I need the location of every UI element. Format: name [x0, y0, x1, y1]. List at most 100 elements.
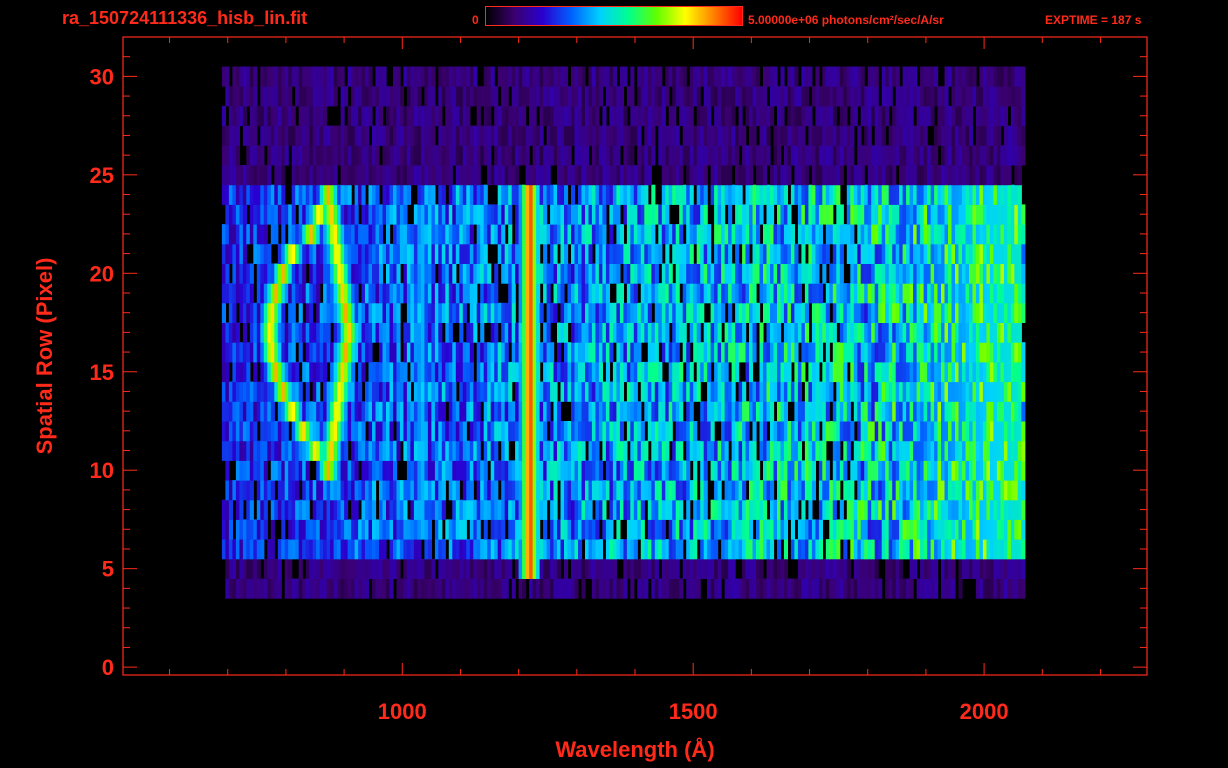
heatmap-cell — [759, 184, 764, 205]
heatmap-cell — [438, 539, 443, 560]
heatmap-cell — [501, 165, 506, 186]
heatmap-cell — [546, 322, 551, 343]
heatmap-cell — [525, 539, 530, 560]
heatmap-cell — [571, 421, 576, 442]
heatmap-cell — [508, 539, 513, 560]
heatmap-cell — [815, 283, 820, 304]
heatmap-cell — [399, 381, 404, 402]
heatmap-cell — [605, 381, 610, 402]
heatmap-cell — [487, 204, 492, 225]
heatmap-cell — [455, 224, 460, 245]
heatmap-cell — [689, 401, 694, 422]
heatmap-cell — [466, 263, 471, 284]
heatmap-cell — [602, 381, 607, 402]
heatmap-cell — [267, 322, 272, 343]
heatmap-cell — [323, 125, 328, 146]
heatmap-cell — [438, 204, 443, 225]
heatmap-cell — [393, 519, 398, 540]
heatmap-cell — [564, 460, 569, 481]
heatmap-cell — [529, 125, 534, 146]
heatmap-cell — [504, 539, 509, 560]
heatmap-cell — [756, 263, 761, 284]
heatmap-cell — [916, 263, 921, 284]
heatmap-cell — [738, 204, 743, 225]
heatmap-cell — [728, 421, 733, 442]
heatmap-cell — [557, 519, 562, 540]
heatmap-cell — [344, 381, 349, 402]
heatmap-cell — [1007, 578, 1012, 599]
heatmap-cell — [291, 381, 296, 402]
heatmap-cell — [490, 558, 495, 579]
heatmap-cell — [267, 401, 272, 422]
heatmap-cell — [975, 499, 980, 520]
heatmap-cell — [389, 539, 394, 560]
heatmap-cell — [763, 302, 768, 323]
heatmap-cell — [298, 322, 303, 343]
heatmap-cell — [616, 224, 621, 245]
heatmap-cell — [941, 165, 946, 186]
heatmap-cell — [965, 460, 970, 481]
heatmap-cell — [958, 460, 963, 481]
heatmap-cell — [982, 519, 987, 540]
heatmap-cell — [249, 558, 254, 579]
heatmap-cell — [525, 519, 530, 540]
heatmap-cell — [679, 381, 684, 402]
heatmap-cell — [696, 243, 701, 264]
heatmap-cell — [941, 263, 946, 284]
heatmap-cell — [305, 558, 310, 579]
heatmap-cell — [745, 263, 750, 284]
heatmap-cell — [783, 322, 788, 343]
heatmap-cell — [979, 342, 984, 363]
heatmap-cell — [630, 243, 635, 264]
heatmap-cell — [393, 460, 398, 481]
heatmap-cell — [969, 243, 974, 264]
heatmap-cell — [717, 184, 722, 205]
heatmap-cell — [235, 322, 240, 343]
heatmap-cell — [672, 578, 677, 599]
heatmap-cell — [598, 421, 603, 442]
heatmap-cell — [462, 401, 467, 422]
heatmap-cell — [518, 145, 523, 166]
heatmap-cell — [539, 342, 544, 363]
heatmap-cell — [382, 401, 387, 422]
heatmap-cell — [633, 224, 638, 245]
heatmap-cell — [909, 283, 914, 304]
heatmap-cell — [647, 145, 652, 166]
heatmap-cell — [913, 440, 918, 461]
heatmap-cell — [647, 558, 652, 579]
heatmap-cell — [874, 302, 879, 323]
heatmap-cell — [469, 184, 474, 205]
heatmap-cell — [529, 558, 534, 579]
heatmap-cell — [794, 361, 799, 383]
heatmap-cell — [284, 243, 289, 264]
heatmap-cell — [989, 480, 994, 501]
heatmap-cell — [958, 224, 963, 245]
heatmap-cell — [923, 499, 928, 520]
heatmap-cell — [340, 342, 345, 363]
heatmap-cell — [675, 519, 680, 540]
heatmap-cell — [1014, 204, 1019, 225]
heatmap-cell — [309, 224, 314, 245]
heatmap-cell — [340, 361, 345, 383]
heatmap-cell — [393, 381, 398, 402]
heatmap-cell — [267, 578, 272, 599]
heatmap-cell — [818, 519, 823, 540]
heatmap-cell — [647, 322, 652, 343]
heatmap-cell — [476, 302, 481, 323]
heatmap-cell — [263, 263, 268, 284]
heatmap-cell — [333, 125, 338, 146]
heatmap-cell — [832, 302, 837, 323]
heatmap-cell — [927, 440, 932, 461]
heatmap-cell — [221, 145, 226, 166]
heatmap-cell — [403, 519, 408, 540]
heatmap-cell — [675, 361, 680, 383]
heatmap-cell — [529, 499, 534, 520]
heatmap-cell — [752, 499, 757, 520]
heatmap-cell — [431, 401, 436, 422]
heatmap-cell — [284, 401, 289, 422]
heatmap-cell — [644, 460, 649, 481]
heatmap-cell — [515, 184, 520, 205]
heatmap-cell — [982, 421, 987, 442]
heatmap-cell — [811, 460, 816, 481]
heatmap-cell — [707, 421, 712, 442]
